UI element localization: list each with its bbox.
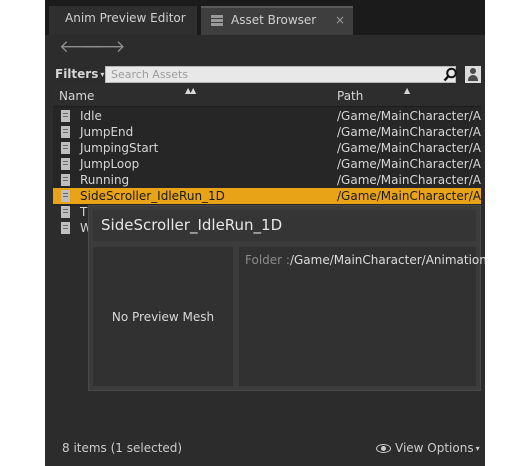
asset-path: /Game/MainCharacter/Animation [337, 157, 481, 171]
asset-name: SideScroller_IdleRun_1D [80, 189, 225, 203]
anim-asset-icon [61, 110, 70, 122]
asset-path: /Game/MainCharacter/Animation [337, 109, 481, 123]
item-count: 8 items (1 selected) [62, 441, 183, 455]
folder-info: Folder :/Game/MainCharacter/Animation [245, 253, 485, 267]
filters-dropdown[interactable]: Filters ▾ [55, 67, 104, 81]
no-preview-mesh-label: No Preview Mesh [111, 309, 215, 324]
tab-bar: Anim Preview Editor Asset Browser × [45, 0, 485, 35]
tab-anim-label: Anim Preview Editor [65, 11, 186, 25]
view-options-label: View Options [395, 441, 474, 455]
asset-name: Running [80, 173, 130, 187]
asset-name: Tl [80, 205, 88, 219]
search-icon[interactable] [443, 67, 458, 82]
folder-value: /Game/MainCharacter/Animation [289, 253, 485, 267]
anim-asset-icon [61, 126, 70, 138]
tab-asset-browser[interactable]: Asset Browser × [201, 6, 353, 35]
sort-indicator-icon: ▲ [404, 86, 410, 95]
forward-arrow-icon[interactable]: 🡒 [80, 37, 126, 57]
asset-path: /Game/MainCharacter/Animation [337, 141, 481, 155]
list-item[interactable]: JumpingStart /Game/MainCharacter/Animati… [53, 140, 481, 156]
anim-asset-icon [61, 206, 70, 218]
history-nav: 🡐 🡒 [45, 35, 485, 61]
asset-name: JumpLoop [80, 157, 140, 171]
asset-name: JumpingStart [80, 141, 159, 155]
list-item[interactable]: JumpLoop /Game/MainCharacter/Animation [53, 156, 481, 172]
list-item-selected[interactable]: SideScroller_IdleRun_1D /Game/MainCharac… [53, 188, 481, 204]
preview-info-panel: Folder :/Game/MainCharacter/Animation [239, 247, 485, 386]
grid-icon [211, 15, 223, 26]
anim-asset-icon [61, 222, 70, 234]
tab-asset-label: Asset Browser [231, 13, 317, 27]
list-item[interactable]: Running /Game/MainCharacter/Animation [53, 172, 481, 188]
column-header-name[interactable]: Name [59, 89, 94, 103]
chevron-down-icon: ▾ [475, 444, 480, 453]
list-header: Name ▲▲ Path ▲ [53, 86, 481, 107]
view-options-button[interactable]: View Options ▾ [376, 441, 480, 455]
column-header-path[interactable]: Path [337, 89, 363, 103]
preview-mesh-viewport: No Preview Mesh [93, 247, 233, 386]
chevron-down-icon: ▾ [100, 70, 105, 79]
search-placeholder: Search Assets [111, 68, 189, 81]
preview-title: SideScroller_IdleRun_1D [93, 210, 476, 241]
close-icon[interactable]: × [335, 8, 345, 32]
search-input[interactable]: Search Assets [105, 66, 456, 83]
user-icon[interactable] [465, 66, 481, 83]
asset-browser-window: Anim Preview Editor Asset Browser × 🡐 🡒 … [45, 0, 485, 466]
asset-path: /Game/MainCharacter/Animation [337, 173, 481, 187]
list-item[interactable]: JumpEnd /Game/MainCharacter/Animation [53, 124, 481, 140]
anim-asset-icon [61, 190, 70, 202]
asset-path: /Game/MainCharacter/Animation [337, 189, 481, 203]
asset-path: /Game/MainCharacter/Animation [337, 125, 481, 139]
tab-anim-preview-editor[interactable]: Anim Preview Editor [49, 6, 197, 35]
eye-icon [376, 444, 391, 453]
anim-asset-icon [61, 142, 70, 154]
asset-name: Idle [80, 109, 102, 123]
anim-asset-icon [61, 174, 70, 186]
asset-name: JumpEnd [80, 125, 134, 139]
folder-label: Folder : [245, 253, 290, 267]
asset-name: W [80, 221, 88, 235]
sort-indicator-icon: ▲▲ [185, 86, 196, 95]
filters-label: Filters [55, 67, 99, 81]
list-item[interactable]: Idle /Game/MainCharacter/Animation [53, 108, 481, 124]
anim-asset-icon [61, 158, 70, 170]
asset-preview-tooltip: SideScroller_IdleRun_1D No Preview Mesh … [88, 205, 485, 391]
asset-list: Name ▲▲ Path ▲ Idle /Game/MainCharacter/… [53, 86, 481, 206]
